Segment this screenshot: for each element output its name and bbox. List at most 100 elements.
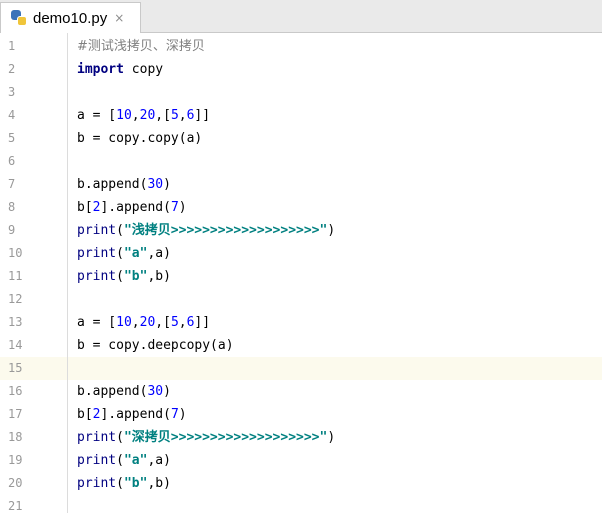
code-token-plain: copy — [123, 62, 164, 77]
code-token-plain: ,b) — [147, 476, 171, 491]
line-number: 16 — [8, 384, 23, 398]
code-line[interactable]: a = [10,20,[5,6]] — [77, 104, 210, 127]
code-line[interactable]: b[2].append(7) — [77, 403, 187, 426]
code-token-num: 10 — [116, 108, 132, 123]
code-token-comment: #测试浅拷贝、深拷贝 — [77, 39, 205, 54]
code-token-plain: b.append( — [77, 177, 148, 192]
close-tab-icon[interactable]: × — [114, 11, 124, 25]
editor-tab-bar: demo10.py × — [0, 0, 602, 33]
line-number: 17 — [8, 407, 23, 421]
code-token-kw: import — [77, 62, 124, 77]
code-token-num: 5 — [170, 108, 179, 123]
line-number: 14 — [8, 338, 23, 352]
code-token-num: 30 — [147, 177, 164, 192]
current-line-highlight — [68, 357, 602, 380]
code-token-plain: , — [131, 315, 140, 330]
code-token-plain: ( — [116, 453, 124, 468]
code-token-plain: ) — [178, 200, 187, 215]
code-line[interactable]: b.append(30) — [77, 173, 171, 196]
code-token-plain: ) — [327, 223, 336, 238]
code-line[interactable]: print("a",a) — [77, 242, 171, 265]
code-token-plain: , — [178, 315, 187, 330]
code-token-plain: ,a) — [147, 453, 171, 468]
code-token-plain: ) — [163, 177, 171, 192]
file-tab[interactable]: demo10.py × — [0, 2, 141, 33]
code-line[interactable]: print("b",b) — [77, 265, 171, 288]
code-token-num: 20 — [139, 108, 156, 123]
code-editor[interactable]: 1 #测试浅拷贝、深拷贝 2 import copy 3 4 a = [10,20,[5,6… — [0, 33, 602, 513]
code-token-plain: b = copy.copy(a) — [77, 131, 203, 146]
code-token-str: "浅拷贝>>>>>>>>>>>>>>>>>>>" — [123, 223, 328, 238]
code-line[interactable]: b[2].append(7) — [77, 196, 187, 219]
code-token-plain: b[ — [77, 200, 93, 215]
line-number: 11 — [8, 269, 23, 283]
code-token-num: 7 — [170, 407, 179, 422]
line-number: 7 — [8, 177, 16, 191]
python-file-icon — [11, 10, 27, 26]
code-token-plain: a = [ — [77, 108, 117, 123]
code-token-num: 7 — [170, 200, 179, 215]
code-token-builtin: print — [77, 430, 117, 445]
code-token-str: "深拷贝>>>>>>>>>>>>>>>>>>>" — [123, 430, 328, 445]
code-token-plain: ]] — [194, 315, 211, 330]
line-number: 12 — [8, 292, 23, 306]
code-token-str: "b" — [123, 269, 148, 284]
code-token-str: "b" — [123, 476, 148, 491]
code-token-plain: ) — [163, 384, 171, 399]
code-token-plain: , — [131, 108, 140, 123]
code-line[interactable]: #测试浅拷贝、深拷贝 — [77, 35, 205, 58]
line-number: 15 — [8, 361, 23, 375]
code-token-plain: ,[ — [155, 315, 171, 330]
code-line[interactable]: import copy — [77, 58, 163, 81]
line-number: 8 — [8, 200, 16, 214]
code-token-plain: ].append( — [100, 200, 171, 215]
code-token-str: "a" — [123, 246, 148, 261]
code-token-str: "a" — [123, 453, 148, 468]
line-number: 4 — [8, 108, 16, 122]
code-token-plain: ].append( — [100, 407, 171, 422]
code-token-plain: b[ — [77, 407, 93, 422]
code-line[interactable]: b = copy.copy(a) — [77, 127, 202, 150]
code-token-plain: ( — [116, 269, 124, 284]
code-line[interactable]: print("a",a) — [77, 449, 171, 472]
line-number: 21 — [8, 499, 23, 513]
line-number: 3 — [8, 85, 16, 99]
line-number: 20 — [8, 476, 23, 490]
code-token-plain: ( — [116, 246, 124, 261]
line-number: 18 — [8, 430, 23, 444]
code-token-plain: ( — [116, 223, 124, 238]
code-token-builtin: print — [77, 246, 117, 261]
code-line[interactable]: print("b",b) — [77, 472, 171, 495]
code-token-num: 30 — [147, 384, 164, 399]
code-token-builtin: print — [77, 269, 117, 284]
code-token-builtin: print — [77, 223, 117, 238]
line-number: 2 — [8, 62, 16, 76]
code-line[interactable]: a = [10,20,[5,6]] — [77, 311, 210, 334]
code-line[interactable]: b = copy.deepcopy(a) — [77, 334, 234, 357]
code-token-plain: ,a) — [147, 246, 171, 261]
code-token-plain: b = copy.deepcopy(a) — [77, 338, 234, 353]
code-token-num: 20 — [139, 315, 156, 330]
line-number: 9 — [8, 223, 16, 237]
code-token-plain: ( — [116, 430, 124, 445]
code-token-plain: a = [ — [77, 315, 117, 330]
code-token-num: 10 — [116, 315, 132, 330]
code-line[interactable]: print("浅拷贝>>>>>>>>>>>>>>>>>>>") — [77, 219, 335, 242]
code-line[interactable]: print("深拷贝>>>>>>>>>>>>>>>>>>>") — [77, 426, 335, 449]
code-token-builtin: print — [77, 476, 117, 491]
line-number: 6 — [8, 154, 16, 168]
line-number: 19 — [8, 453, 23, 467]
code-token-num: 5 — [170, 315, 179, 330]
code-token-plain: , — [178, 108, 187, 123]
code-token-plain: ,b) — [147, 269, 171, 284]
code-token-plain: ) — [327, 430, 336, 445]
code-token-plain: b.append( — [77, 384, 148, 399]
code-token-plain: ,[ — [155, 108, 171, 123]
code-token-plain: ]] — [194, 108, 211, 123]
code-token-plain: ) — [178, 407, 187, 422]
code-token-plain: ( — [116, 476, 124, 491]
line-number: 13 — [8, 315, 23, 329]
code-token-builtin: print — [77, 453, 117, 468]
line-number: 5 — [8, 131, 16, 145]
code-line[interactable]: b.append(30) — [77, 380, 171, 403]
